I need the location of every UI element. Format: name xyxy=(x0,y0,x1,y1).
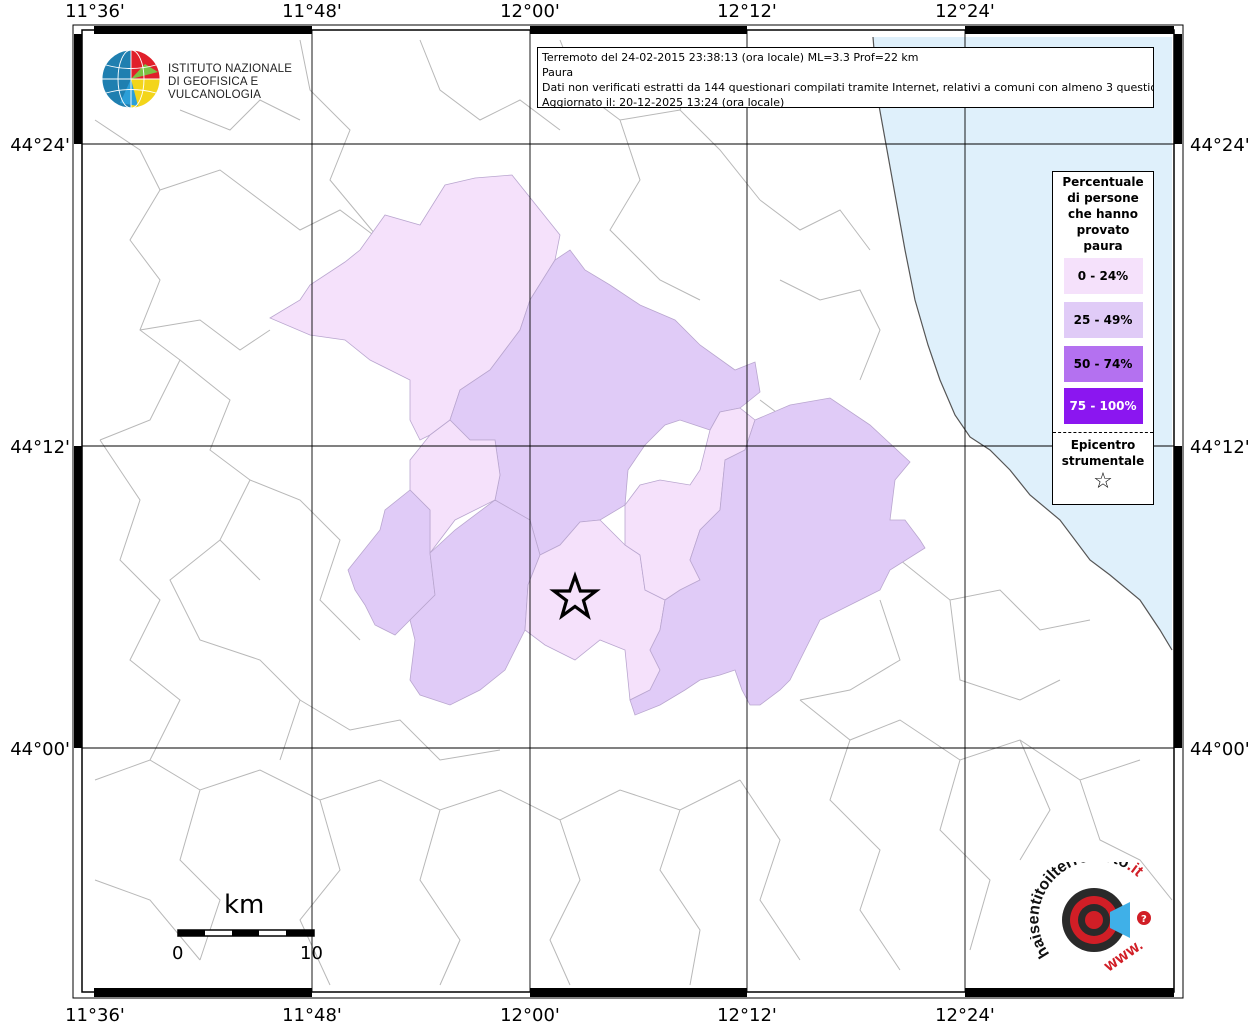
event-info-line: Paura xyxy=(542,66,574,79)
event-info-box: Terremoto del 24-02-2015 23:38:13 (ora l… xyxy=(537,47,1154,108)
logo-line: ISTITUTO NAZIONALE xyxy=(168,63,293,75)
legend-title: Percentuale di persone che hanno provato… xyxy=(1053,174,1153,254)
legend-title-line: paura xyxy=(1083,239,1123,253)
lat-tick-left: 44°12' xyxy=(10,437,70,458)
legend-item: 50 - 74% xyxy=(1063,346,1143,382)
ingv-logo: ISTITUTO NAZIONALE DI GEOFISICA E VULCAN… xyxy=(100,48,320,110)
legend-epicenter-line: Epicentro xyxy=(1070,438,1136,452)
star-icon: ☆ xyxy=(1093,469,1113,494)
lon-tick-bottom: 12°00' xyxy=(500,1005,560,1024)
lon-tick-top: 11°48' xyxy=(282,1,342,22)
lon-tick-bottom: 12°12' xyxy=(717,1005,777,1024)
lat-tick-right: 44°12' xyxy=(1190,437,1250,458)
lat-tick-left: 44°00' xyxy=(10,739,70,760)
ingv-logo-text: ISTITUTO NAZIONALE DI GEOFISICA E VULCAN… xyxy=(168,63,320,102)
event-info-line: Aggiornato il: 20-12-2025 13:24 (ora loc… xyxy=(542,96,785,108)
legend-item: 75 - 100% xyxy=(1063,388,1143,424)
lon-tick-top: 11°36' xyxy=(65,1,125,22)
lat-tick-right: 44°00' xyxy=(1190,739,1250,760)
scale-end: 10 xyxy=(300,943,323,964)
legend-item: 25 - 49% xyxy=(1063,302,1143,338)
legend-title-line: di persone xyxy=(1067,191,1139,205)
lat-tick-right: 44°24' xyxy=(1190,135,1250,156)
scale-unit: km xyxy=(224,890,265,920)
legend-epicenter: Epicentro strumentale ☆ xyxy=(1053,432,1153,495)
scale-bar: km 0 10 xyxy=(172,890,336,970)
lon-tick-bottom: 12°24' xyxy=(935,1005,995,1024)
lon-tick-bottom: 11°36' xyxy=(65,1005,125,1024)
legend-item: 0 - 24% xyxy=(1063,258,1143,294)
lat-tick-left: 44°24' xyxy=(10,135,70,156)
scale-start: 0 xyxy=(172,943,184,964)
lon-tick-top: 12°00' xyxy=(500,1,560,22)
lon-tick-top: 12°12' xyxy=(717,1,777,22)
event-info-line: Dati non verificati estratti da 144 ques… xyxy=(542,81,1154,94)
lon-tick-top: 12°24' xyxy=(935,1,995,22)
lon-tick-bottom: 11°48' xyxy=(282,1005,342,1024)
legend-title-line: che hanno xyxy=(1068,207,1138,221)
legend-title-line: Percentuale xyxy=(1062,175,1144,189)
logo-line: DI GEOFISICA E VULCANOLOGIA xyxy=(168,76,262,101)
legend-epicenter-line: strumentale xyxy=(1061,454,1145,468)
event-info-line: Terremoto del 24-02-2015 23:38:13 (ora l… xyxy=(542,51,919,64)
legend: Percentuale di persone che hanno provato… xyxy=(1052,171,1154,505)
globe-logo-icon xyxy=(101,49,161,109)
svg-text:?: ? xyxy=(1141,914,1147,925)
legend-title-line: provato xyxy=(1076,223,1130,237)
haisentitoilterremoto-logo: haisentitoilterremoto.it ? WWW. xyxy=(1030,862,1151,974)
scale-bar-graphic xyxy=(177,929,315,937)
